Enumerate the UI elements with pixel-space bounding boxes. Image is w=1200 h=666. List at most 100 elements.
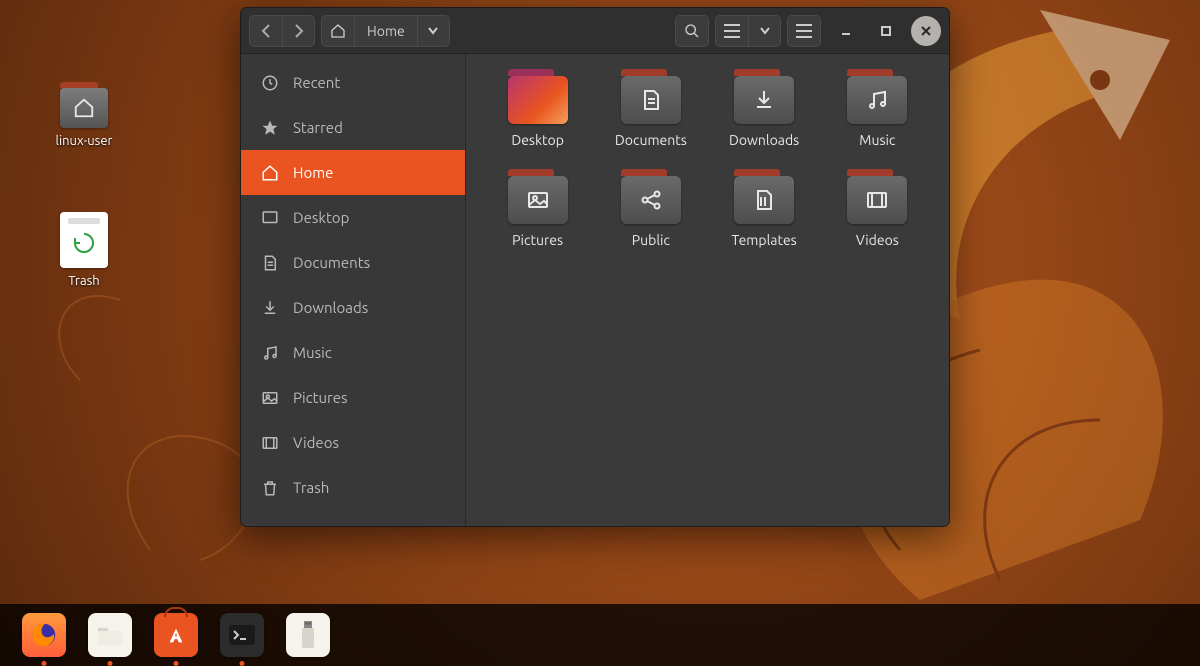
- dock-item-terminal[interactable]: [220, 613, 264, 657]
- folder-grid: Desktop Documents Downloads Music: [466, 54, 949, 526]
- sidebar-item-label: Videos: [293, 434, 339, 451]
- folder-label: Downloads: [729, 132, 799, 148]
- nav-buttons: [249, 15, 315, 47]
- sidebar-item-pictures[interactable]: Pictures: [241, 375, 465, 420]
- sidebar-item-label: Music: [293, 344, 332, 361]
- dock-item-usb[interactable]: [286, 613, 330, 657]
- maximize-button[interactable]: [871, 16, 901, 46]
- desktop-icon-label: Trash: [44, 274, 124, 288]
- close-button[interactable]: [911, 16, 941, 46]
- sidebar-item-label: Recent: [293, 74, 340, 91]
- folder-documents[interactable]: Documents: [597, 76, 704, 148]
- folder-music[interactable]: Music: [824, 76, 931, 148]
- sidebar-item-label: Desktop: [293, 209, 349, 226]
- video-icon: [261, 434, 279, 452]
- folder-downloads[interactable]: Downloads: [711, 76, 818, 148]
- sidebar-item-label: Pictures: [293, 389, 348, 406]
- sidebar-item-downloads[interactable]: Downloads: [241, 285, 465, 330]
- picture-icon: [526, 188, 550, 212]
- trash-icon: [60, 212, 108, 268]
- running-indicator: [174, 661, 179, 666]
- sidebar-item-documents[interactable]: Documents: [241, 240, 465, 285]
- folder-videos[interactable]: Videos: [824, 176, 931, 248]
- folder-label: Desktop: [511, 132, 564, 148]
- download-icon: [752, 88, 776, 112]
- desktop-icon: [261, 209, 279, 227]
- dock: [0, 604, 1200, 666]
- trash-icon: [261, 479, 279, 497]
- document-icon: [261, 254, 279, 272]
- music-icon: [865, 88, 889, 112]
- running-indicator: [240, 661, 245, 666]
- titlebar: Home: [241, 8, 949, 54]
- folder-label: Videos: [856, 232, 899, 248]
- terminal-icon: [229, 625, 255, 645]
- folder-label: Documents: [615, 132, 687, 148]
- folder-icon: [621, 76, 681, 124]
- folder-icon: [621, 176, 681, 224]
- hamburger-menu-button[interactable]: [788, 16, 820, 46]
- sidebar-item-label: Starred: [293, 119, 343, 136]
- sidebar-item-starred[interactable]: Starred: [241, 105, 465, 150]
- bag-handle-icon: [164, 607, 188, 617]
- folder-icon: [847, 76, 907, 124]
- view-dropdown-button[interactable]: [748, 16, 780, 46]
- usb-icon: [299, 620, 317, 650]
- sidebar-item-home[interactable]: Home: [241, 150, 465, 195]
- sidebar-item-trash[interactable]: Trash: [241, 465, 465, 510]
- minimize-button[interactable]: [831, 16, 861, 46]
- folder-label: Pictures: [512, 232, 563, 248]
- folder-icon: [734, 176, 794, 224]
- folder-icon: [508, 76, 568, 124]
- sidebar-item-desktop[interactable]: Desktop: [241, 195, 465, 240]
- folder-icon: [734, 76, 794, 124]
- folder-label: Templates: [731, 232, 796, 248]
- desktop-icon-trash[interactable]: Trash: [44, 212, 124, 288]
- folder-icon: [847, 176, 907, 224]
- dock-item-software[interactable]: [154, 613, 198, 657]
- dock-item-firefox[interactable]: [22, 613, 66, 657]
- sidebar-item-videos[interactable]: Videos: [241, 420, 465, 465]
- music-icon: [261, 344, 279, 362]
- download-icon: [261, 299, 279, 317]
- sidebar-item-label: Trash: [293, 479, 329, 496]
- template-icon: [752, 188, 776, 212]
- path-dropdown-button[interactable]: [417, 16, 449, 46]
- search-button[interactable]: [676, 16, 708, 46]
- running-indicator: [108, 661, 113, 666]
- desktop-icon-home-folder[interactable]: linux-user: [44, 88, 124, 148]
- folder-pictures[interactable]: Pictures: [484, 176, 591, 248]
- sidebar-item-label: Documents: [293, 254, 370, 271]
- forward-button[interactable]: [282, 16, 314, 46]
- folder-label: Public: [632, 232, 670, 248]
- file-manager-window: Home: [240, 7, 950, 527]
- sidebar: Recent Starred Home Desktop Documents Do…: [241, 54, 466, 526]
- clock-icon: [261, 74, 279, 92]
- breadcrumb[interactable]: Home: [354, 16, 417, 46]
- desktop-icon-label: linux-user: [44, 134, 124, 148]
- folder-public[interactable]: Public: [597, 176, 704, 248]
- folder-desktop[interactable]: Desktop: [484, 76, 591, 148]
- back-button[interactable]: [250, 16, 282, 46]
- document-icon: [639, 88, 663, 112]
- sidebar-item-recent[interactable]: Recent: [241, 60, 465, 105]
- picture-icon: [261, 389, 279, 407]
- sidebar-item-label: Home: [293, 164, 333, 181]
- store-a-icon: [165, 624, 187, 646]
- star-icon: [261, 119, 279, 137]
- view-list-button[interactable]: [716, 16, 748, 46]
- sidebar-item-label: Downloads: [293, 299, 368, 316]
- video-icon: [865, 188, 889, 212]
- folder-icon: [60, 88, 108, 128]
- home-icon: [322, 16, 354, 46]
- folder-icon: [508, 176, 568, 224]
- dock-item-files[interactable]: [88, 613, 132, 657]
- breadcrumb-label: Home: [367, 23, 405, 39]
- folder-icon: [97, 624, 123, 646]
- folder-templates[interactable]: Templates: [711, 176, 818, 248]
- firefox-icon: [29, 620, 59, 650]
- home-icon: [261, 164, 279, 182]
- path-bar[interactable]: Home: [321, 15, 450, 47]
- sidebar-item-music[interactable]: Music: [241, 330, 465, 375]
- running-indicator: [42, 661, 47, 666]
